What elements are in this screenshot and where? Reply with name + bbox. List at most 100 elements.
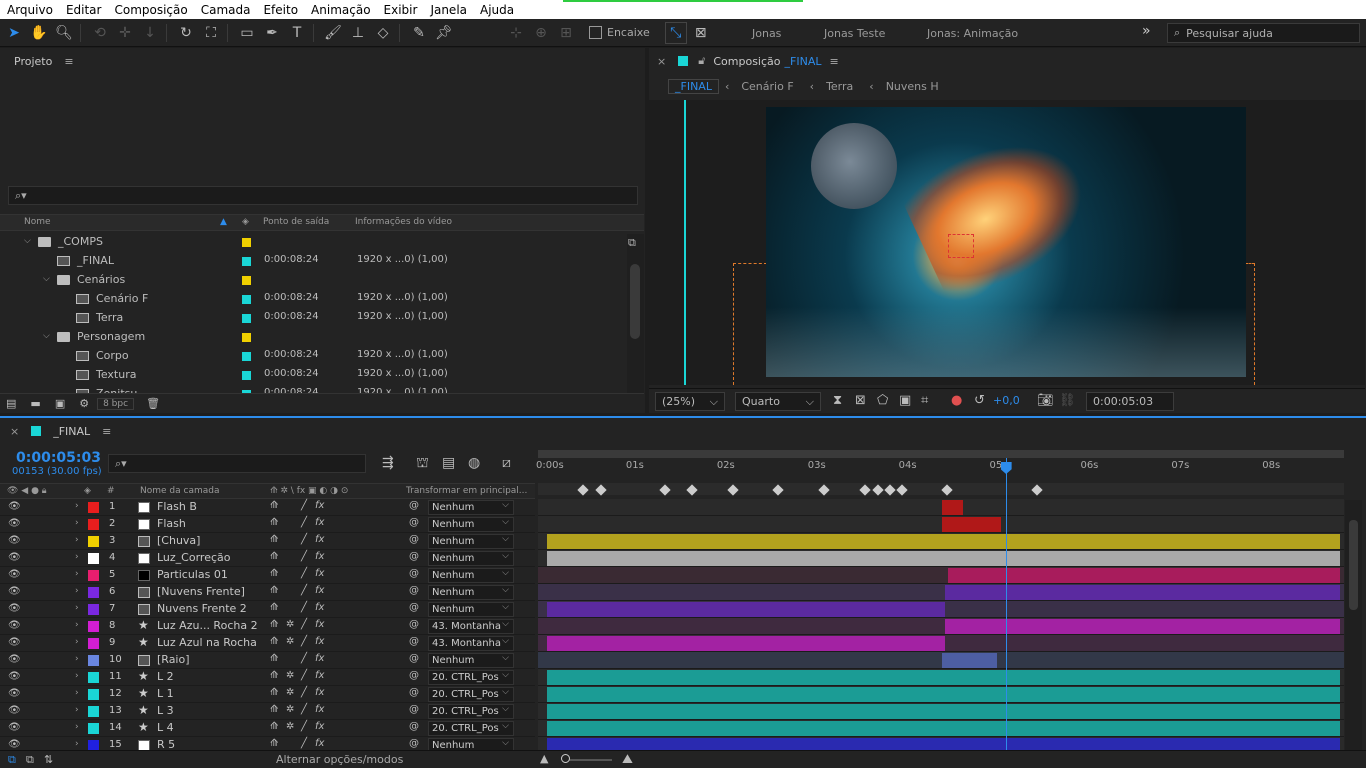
quality-switch-icon[interactable]: ╱ xyxy=(301,500,307,511)
label-swatch[interactable] xyxy=(242,257,251,266)
collapse-switch-icon[interactable]: ✲ xyxy=(286,670,294,681)
layer-row[interactable]: 👁︎ › 11 ★ L 2 ⟰ ✲ ╱ fx @20. CTRL_Pos xyxy=(0,669,535,686)
layer-row[interactable]: 👁︎ › 6 [Nuvens Frente] ⟰ ╱ fx @ Nenhum xyxy=(0,584,535,601)
transfer-controls-icon[interactable]: ⧉ xyxy=(26,753,34,767)
visibility-eye-icon[interactable]: 👁︎ xyxy=(8,552,21,563)
layer-search-input[interactable]: ⌕▾ xyxy=(108,454,366,473)
layer-track[interactable] xyxy=(538,499,1344,516)
pick-whip-icon[interactable]: @ xyxy=(409,738,419,749)
layer-duration-bar[interactable] xyxy=(546,636,945,651)
layer-name[interactable]: L 3 xyxy=(157,704,174,717)
workspace-tab-jonas[interactable]: Jonas xyxy=(752,27,781,40)
panel-menu-icon[interactable]: ≡ xyxy=(829,55,838,68)
shy-switch-icon[interactable]: ⟰ xyxy=(270,534,278,545)
chevron-right-icon[interactable]: › xyxy=(75,603,79,613)
parent-dropdown[interactable]: 43. Montanha xyxy=(428,635,514,651)
project-search-input[interactable]: ⌕▾ xyxy=(8,186,638,205)
clone-stamp-tool-icon[interactable]: ⊥ xyxy=(347,22,369,44)
layer-duration-bar[interactable] xyxy=(546,602,945,617)
quality-switch-icon[interactable]: ╱ xyxy=(301,704,307,715)
project-comp-row[interactable]: Corpo 0:00:08:24 1920 x ...0) (1,00) xyxy=(0,347,626,366)
quality-switch-icon[interactable]: ╱ xyxy=(301,534,307,545)
menu-item[interactable]: Animação xyxy=(304,3,376,17)
chevron-right-icon[interactable]: › xyxy=(75,739,79,749)
layer-label-swatch[interactable] xyxy=(88,621,99,632)
av-features-icon[interactable]: 👁︎ ◀ ● 🔒︎ xyxy=(7,486,47,496)
shy-switch-icon[interactable]: ⟰ xyxy=(270,517,278,528)
layer-row[interactable]: 👁︎ › 13 ★ L 3 ⟰ ✲ ╱ fx @20. CTRL_Pos xyxy=(0,703,535,720)
workspace-tab-jonas-animacao[interactable]: Jonas: Animação xyxy=(927,27,1018,40)
visibility-eye-icon[interactable]: 👁︎ xyxy=(8,671,21,682)
pick-whip-icon[interactable]: @ xyxy=(409,721,419,732)
chevron-right-icon[interactable]: › xyxy=(75,654,79,664)
pick-whip-icon[interactable]: @ xyxy=(409,500,419,511)
chevron-right-icon[interactable]: › xyxy=(75,671,79,681)
chevron-down-icon[interactable]: ⌵ xyxy=(24,236,31,246)
column-out-point[interactable]: Ponto de saída xyxy=(263,217,329,227)
layer-track[interactable] xyxy=(538,618,1344,635)
quality-switch-icon[interactable]: ╱ xyxy=(301,670,307,681)
help-search-box[interactable]: ⌕ Pesquisar ajuda xyxy=(1167,23,1360,43)
parent-dropdown[interactable]: Nenhum xyxy=(428,567,514,583)
effects-switch-icon[interactable]: fx xyxy=(315,687,324,698)
collapse-switch-icon[interactable]: ✲ xyxy=(286,721,294,732)
collapse-switch-icon[interactable]: ✲ xyxy=(286,687,294,698)
layer-switches-icon[interactable]: ⧉ xyxy=(8,753,16,767)
brush-tool-icon[interactable]: 🖌︎ xyxy=(322,22,344,44)
composition-panel-tab[interactable]: × 🔓︎ Composição _FINAL ≡ xyxy=(649,48,1366,74)
visibility-eye-icon[interactable]: 👁︎ xyxy=(8,603,21,614)
quality-switch-icon[interactable]: ╱ xyxy=(301,687,307,698)
layer-duration-bar[interactable] xyxy=(546,670,1340,685)
visibility-eye-icon[interactable]: 👁︎ xyxy=(8,569,21,580)
label-swatch[interactable] xyxy=(242,295,251,304)
parent-dropdown[interactable]: 20. CTRL_Pos xyxy=(428,703,514,719)
project-comp-row[interactable]: Terra 0:00:08:24 1920 x ...0) (1,00) xyxy=(0,309,626,328)
collapse-switch-icon[interactable]: ✲ xyxy=(286,636,294,647)
quality-switch-icon[interactable]: ╱ xyxy=(301,517,307,528)
layer-label-swatch[interactable] xyxy=(88,587,99,598)
parent-dropdown[interactable]: Nenhum xyxy=(428,499,514,515)
chevron-right-icon[interactable]: › xyxy=(75,518,79,528)
layer-label-swatch[interactable] xyxy=(88,502,99,513)
layer-duration-bar[interactable] xyxy=(546,687,1340,702)
zoom-tool-icon[interactable]: 🔍︎ xyxy=(53,22,75,44)
chevron-down-icon[interactable]: ⌵ xyxy=(43,274,50,284)
transparency-grid-icon[interactable]: ⊠ xyxy=(855,393,866,408)
mask-visibility-icon[interactable]: ⬠ xyxy=(877,393,888,408)
parent-dropdown[interactable]: Nenhum xyxy=(428,652,514,668)
collapse-switch-icon[interactable]: ✲ xyxy=(286,704,294,715)
layer-name[interactable]: [Nuvens Frente] xyxy=(157,585,245,598)
layer-name[interactable]: L 4 xyxy=(157,721,174,734)
project-comp-row[interactable]: Zenitsu0:00:08:241920 x ...0) (1,00) xyxy=(0,385,626,393)
pick-whip-icon[interactable]: @ xyxy=(409,585,419,596)
layer-name[interactable]: [Chuva] xyxy=(157,534,200,547)
shy-switch-icon[interactable]: ⟰ xyxy=(270,585,278,596)
quality-switch-icon[interactable]: ╱ xyxy=(301,738,307,749)
roto-brush-tool-icon[interactable]: ✎ xyxy=(408,22,430,44)
layer-track[interactable] xyxy=(538,686,1344,703)
eraser-tool-icon[interactable]: ◇ xyxy=(372,22,394,44)
local-axis-icon[interactable]: ⊹ xyxy=(505,22,527,44)
breadcrumb-final[interactable]: _FINAL xyxy=(668,78,719,94)
quality-switch-icon[interactable]: ╱ xyxy=(301,636,307,647)
layer-name[interactable]: [Raio] xyxy=(157,653,190,666)
bit-depth-button[interactable]: 8 bpc xyxy=(97,397,135,410)
layer-track[interactable] xyxy=(538,533,1344,550)
shy-switch-icon[interactable]: ⟰ xyxy=(270,738,278,749)
grid-guides-icon[interactable]: ⌗ xyxy=(921,393,928,408)
interpret-footage-icon[interactable]: ▤ xyxy=(6,397,16,410)
effects-switch-icon[interactable]: fx xyxy=(315,602,324,613)
shy-layers-icon[interactable]: ▤ xyxy=(442,455,455,471)
breadcrumb-terra[interactable]: Terra xyxy=(826,80,853,93)
parent-dropdown[interactable]: 20. CTRL_Pos xyxy=(428,686,514,702)
layer-track[interactable] xyxy=(538,703,1344,720)
project-comp-row[interactable]: Textura 0:00:08:24 1920 x ...0) (1,00) xyxy=(0,366,626,385)
timeline-scrollbar-thumb[interactable] xyxy=(1349,520,1358,610)
chevron-right-icon[interactable]: › xyxy=(75,705,79,715)
project-panel-tab[interactable]: Projeto ≡ xyxy=(0,48,645,74)
layer-row[interactable]: 👁︎ › 5 Particulas 01 ⟰ ╱ fx @ Nenhum xyxy=(0,567,535,584)
label-swatch[interactable] xyxy=(242,352,251,361)
layer-duration-bar[interactable] xyxy=(942,653,997,668)
shy-switch-icon[interactable]: ⟰ xyxy=(270,670,278,681)
pick-whip-icon[interactable]: @ xyxy=(409,619,419,630)
